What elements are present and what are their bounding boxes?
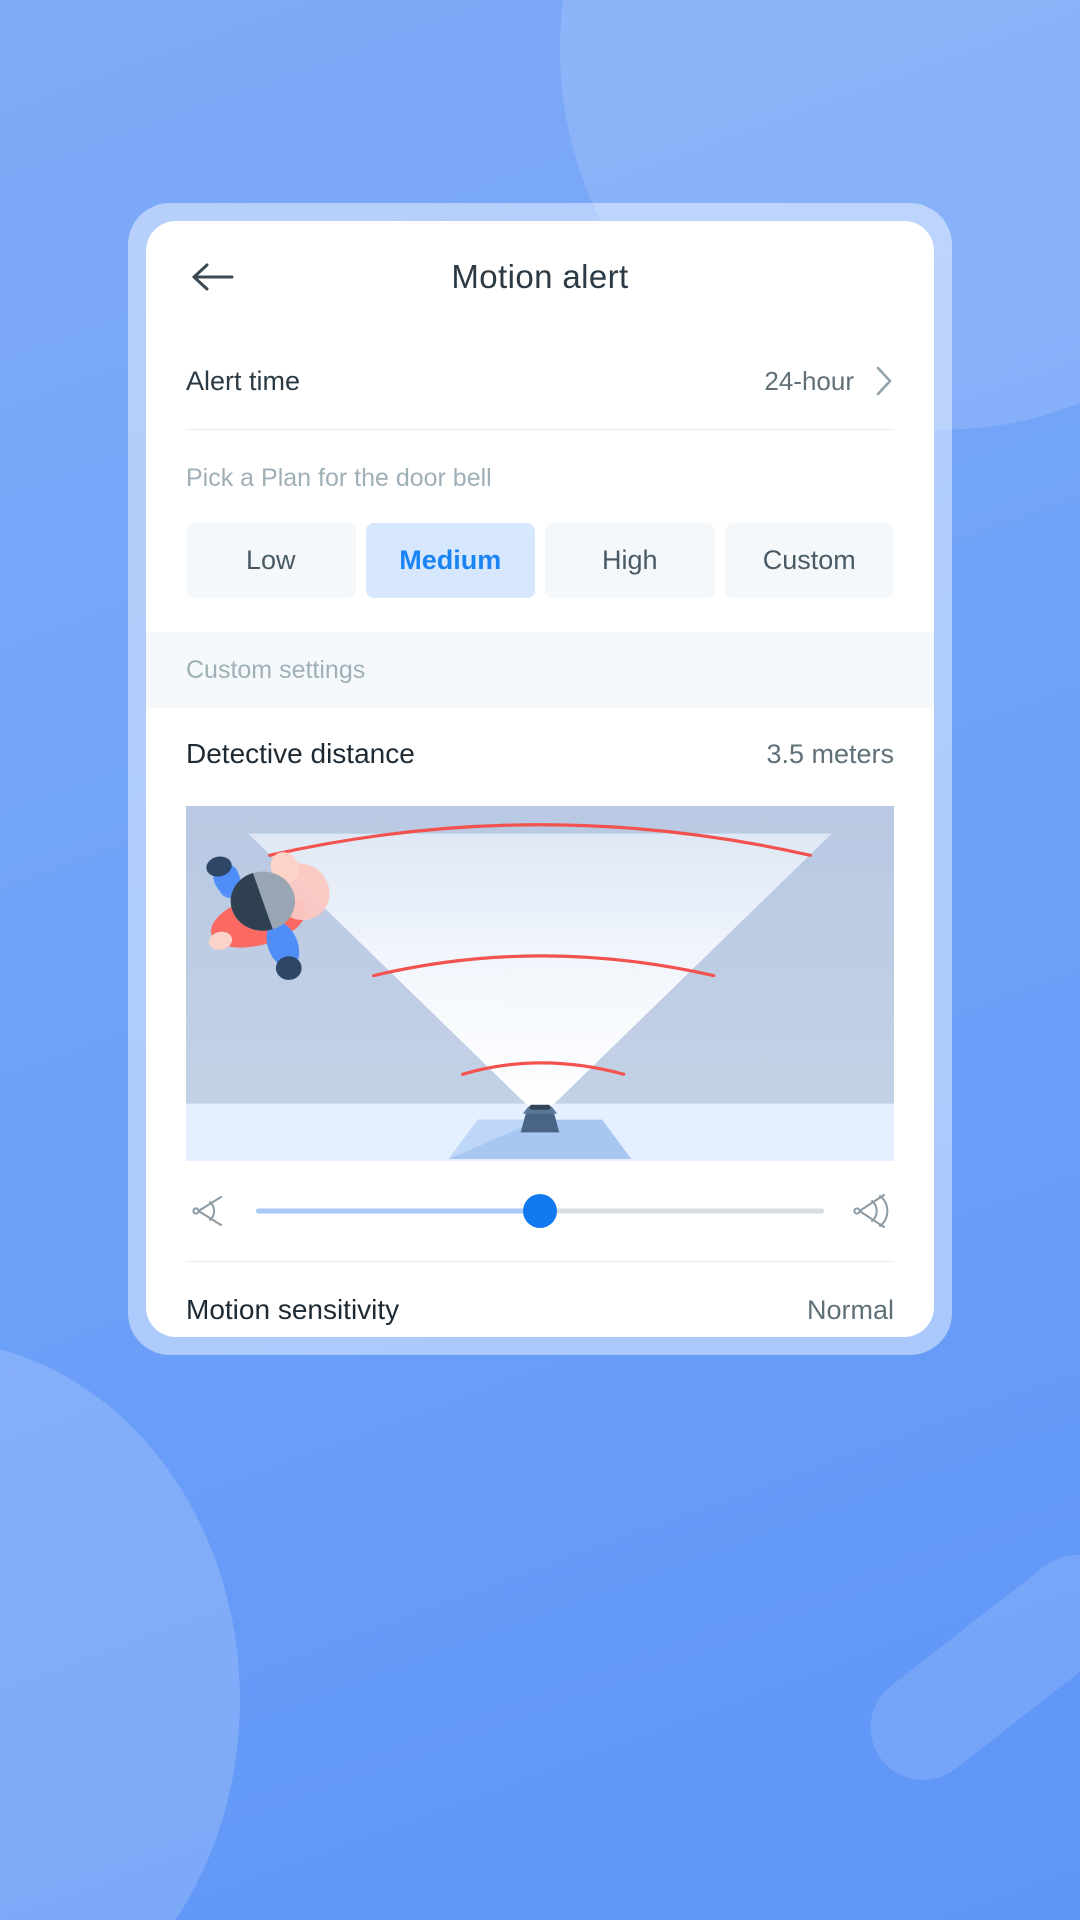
motion-sensitivity-value: Normal [806,1294,894,1325]
app-header: Motion alert [146,221,934,333]
detective-distance-slider[interactable] [256,1193,824,1229]
detective-distance-value: 3.5 meters [766,738,894,769]
arrow-left-icon [192,263,234,291]
plan-chip-low[interactable]: Low [186,523,356,598]
plan-chip-high[interactable]: High [545,523,715,598]
custom-settings-section-header: Custom settings [146,632,934,708]
back-button[interactable] [182,246,244,308]
decorative-blob-bottom-left [0,1340,240,1920]
plan-options-group: Low Medium High Custom [186,523,894,598]
plan-chip-medium[interactable]: Medium [365,523,535,598]
detective-distance-label: Detective distance [186,738,415,769]
phone-frame: Motion alert Alert time 24-hour Pick a P… [128,203,952,1355]
plan-hint-text: Pick a Plan for the door bell [186,464,492,492]
alert-time-value: 24-hour [764,365,854,396]
alert-time-value-group: 24-hour [764,365,894,397]
chevron-right-icon [876,366,892,396]
plan-section: Pick a Plan for the door bell Low Medium… [146,430,934,632]
plan-chip-custom[interactable]: Custom [724,523,894,598]
narrow-cone-icon [186,1188,232,1234]
doorbell-detection-range-illustration [186,806,894,1161]
motion-sensitivity-row: Motion sensitivity Normal [146,1262,934,1337]
detective-distance-slider-row[interactable] [146,1161,934,1261]
detective-distance-row: Detective distance 3.5 meters [146,708,934,800]
page-title: Motion alert [451,258,629,295]
decorative-bar-bottom-right [849,1533,1080,1802]
detection-range-svg [186,806,894,1161]
wide-cone-icon [848,1188,894,1234]
phone-screen: Motion alert Alert time 24-hour Pick a P… [146,221,934,1337]
slider-thumb[interactable] [523,1194,557,1228]
alert-time-label: Alert time [186,365,301,396]
alert-time-row[interactable]: Alert time 24-hour [146,333,934,429]
slider-track-fill [256,1208,540,1214]
motion-sensitivity-label: Motion sensitivity [186,1294,400,1325]
